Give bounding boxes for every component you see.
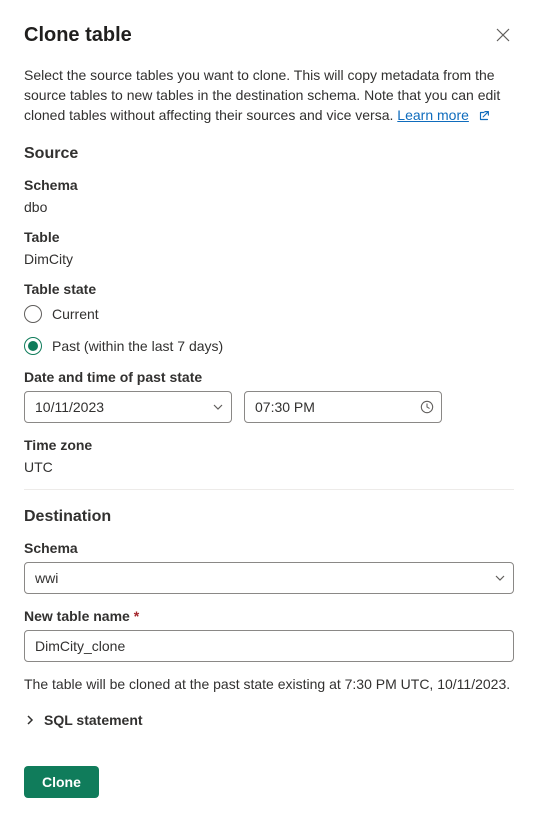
- datetime-label: Date and time of past state: [24, 369, 514, 385]
- source-table-label: Table: [24, 229, 514, 245]
- new-table-name-input[interactable]: [24, 630, 514, 662]
- section-divider: [24, 489, 514, 490]
- clone-summary: The table will be cloned at the past sta…: [24, 676, 514, 692]
- close-button[interactable]: [492, 24, 514, 49]
- radio-icon: [24, 305, 42, 323]
- clone-button[interactable]: Clone: [24, 766, 99, 798]
- external-link-icon: [477, 109, 491, 123]
- chevron-right-icon: [24, 714, 36, 726]
- accordion-label: SQL statement: [44, 712, 143, 728]
- table-state-label: Table state: [24, 281, 514, 297]
- radio-icon: [24, 337, 42, 355]
- timezone-label: Time zone: [24, 437, 514, 453]
- source-schema-label: Schema: [24, 177, 514, 193]
- source-table-value: DimCity: [24, 251, 73, 267]
- radio-current[interactable]: Current: [24, 305, 514, 323]
- timezone-value: UTC: [24, 459, 53, 475]
- table-state-field: Table state Current Past (within the las…: [24, 281, 514, 355]
- radio-past-label: Past (within the last 7 days): [52, 338, 223, 354]
- close-icon: [496, 28, 510, 42]
- source-schema-field: Schema dbo: [24, 177, 514, 215]
- timezone-field: Time zone UTC: [24, 437, 514, 475]
- dialog-description: Select the source tables you want to clo…: [24, 65, 514, 125]
- sql-statement-accordion[interactable]: SQL statement: [24, 706, 514, 734]
- new-table-name-label: New table name *: [24, 608, 514, 624]
- destination-schema-select[interactable]: wwi: [24, 562, 514, 594]
- source-heading: Source: [24, 145, 514, 163]
- label-text: New table name: [24, 608, 130, 624]
- date-input[interactable]: [24, 391, 232, 423]
- destination-heading: Destination: [24, 508, 514, 526]
- destination-schema-field: Schema wwi: [24, 540, 514, 594]
- radio-past[interactable]: Past (within the last 7 days): [24, 337, 514, 355]
- time-input[interactable]: [244, 391, 442, 423]
- required-asterisk: *: [134, 608, 139, 624]
- radio-current-label: Current: [52, 306, 99, 322]
- learn-more-link[interactable]: Learn more: [397, 107, 469, 123]
- source-table-field: Table DimCity: [24, 229, 514, 267]
- new-table-name-field: New table name *: [24, 608, 514, 662]
- source-schema-value: dbo: [24, 199, 47, 215]
- dialog-title: Clone table: [24, 24, 132, 47]
- destination-schema-label: Schema: [24, 540, 514, 556]
